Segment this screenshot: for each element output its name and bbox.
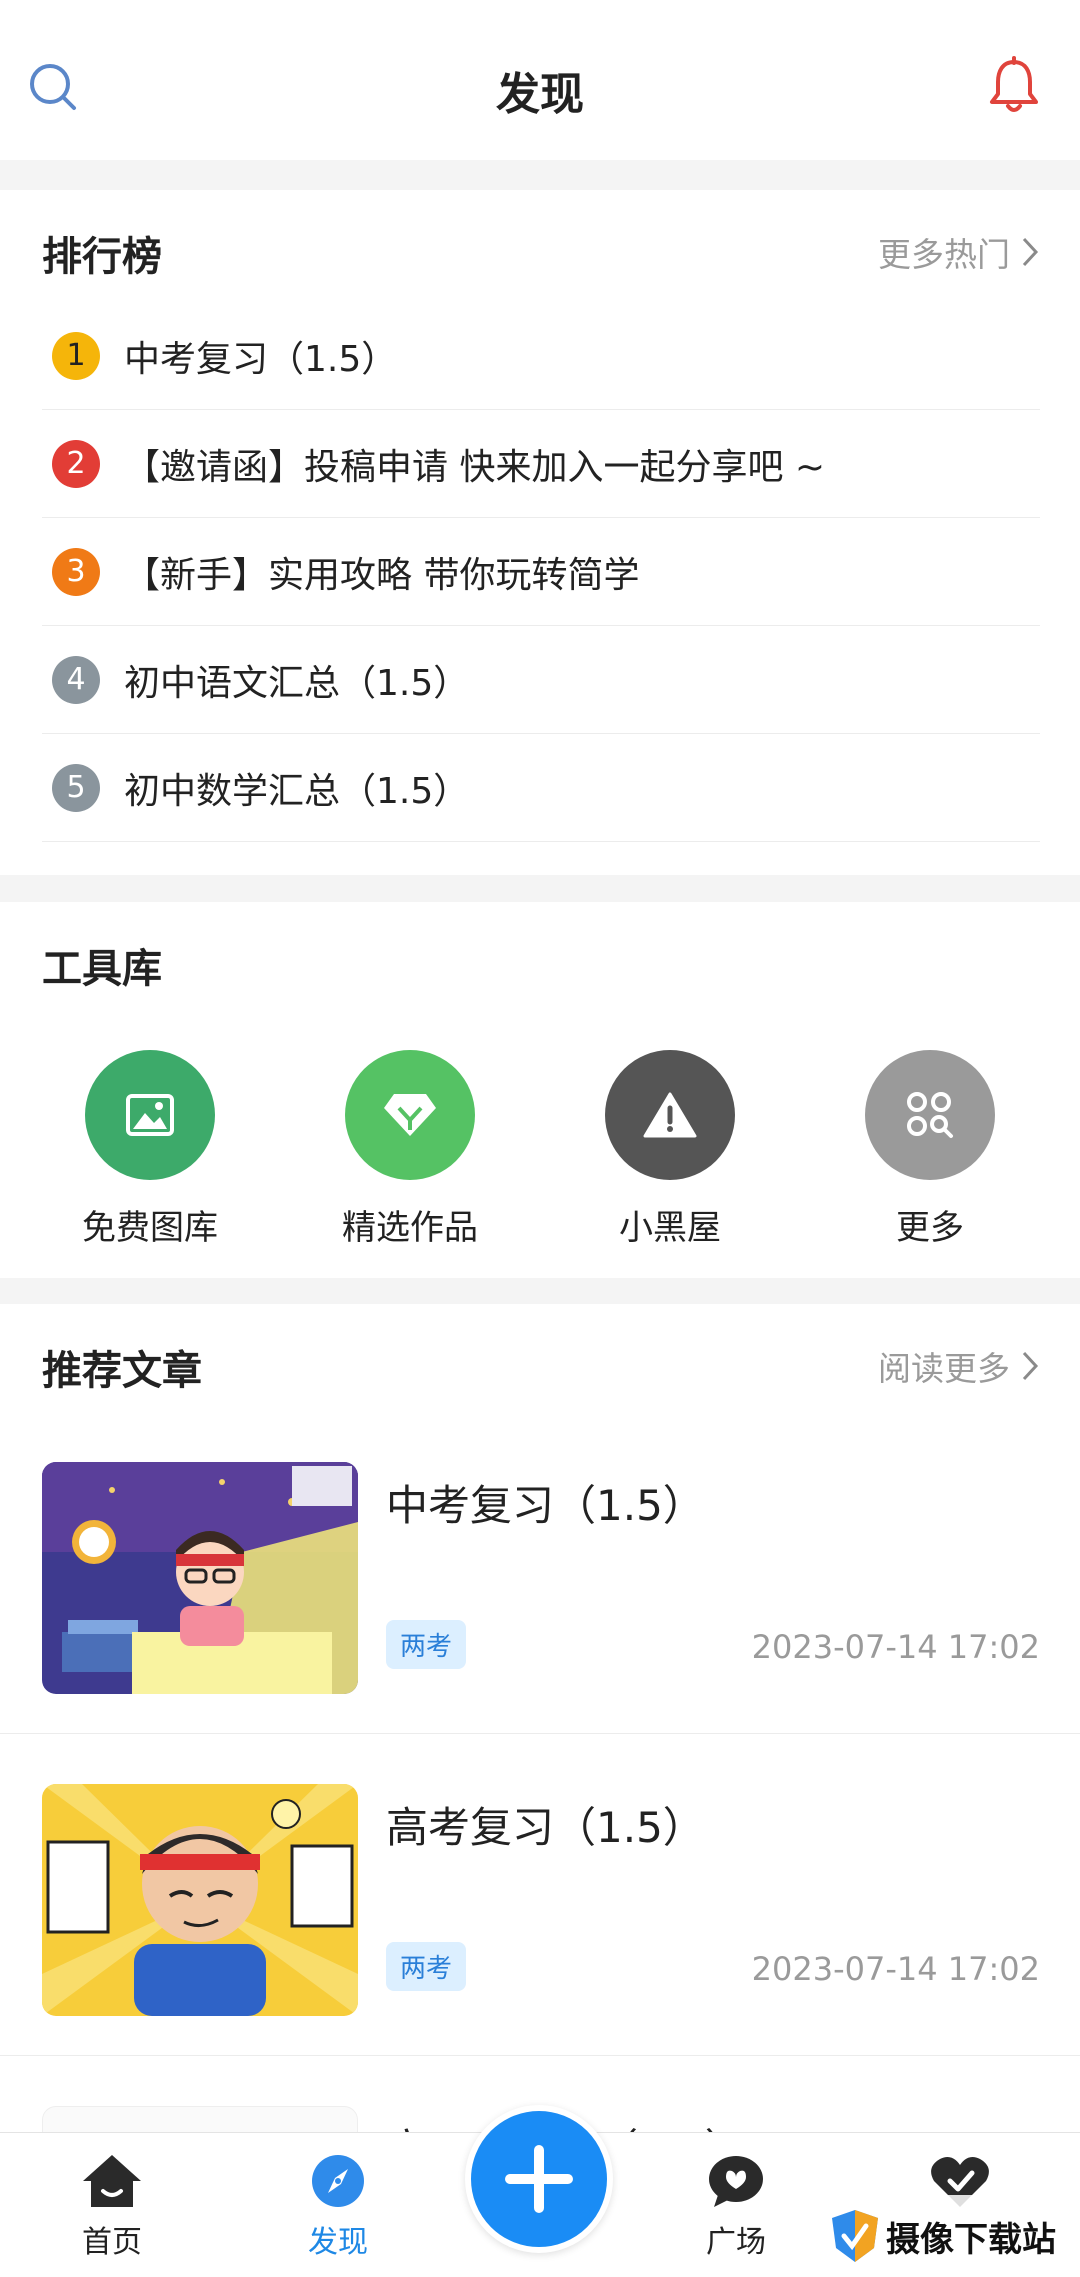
ranking-section: 排行榜 更多热门 1 中考复习（1.5） 2 【邀请函】投稿申请 快来加入一起分… bbox=[0, 190, 1080, 875]
read-more-label: 阅读更多 bbox=[878, 1349, 1010, 1388]
rank-badge: 5 bbox=[52, 763, 100, 812]
article-tag: 两考 bbox=[386, 1942, 467, 1991]
tool-label: 免费图库 bbox=[82, 1208, 218, 1248]
tab-discover[interactable]: 发现 bbox=[268, 2153, 408, 2261]
image-icon bbox=[85, 1050, 215, 1180]
grid-search-icon bbox=[865, 1050, 995, 1180]
rank-item-2[interactable]: 2 【邀请函】投稿申请 快来加入一起分享吧 ~ bbox=[42, 410, 1040, 518]
rank-item-5[interactable]: 5 初中数学汇总（1.5） bbox=[42, 734, 1040, 842]
rank-item-text: 初中语文汇总（1.5） bbox=[124, 662, 470, 704]
article-title: 中考复习（1.5） bbox=[386, 1481, 705, 1530]
article-title: 高考复习（1.5） bbox=[386, 1803, 705, 1852]
more-hot-link[interactable]: 更多热门 bbox=[878, 228, 1040, 276]
compass-icon bbox=[312, 2155, 364, 2207]
section-title-ranking: 排行榜 bbox=[42, 234, 162, 280]
tool-more[interactable]: 更多 bbox=[830, 1050, 1030, 1249]
home-icon bbox=[83, 2155, 141, 2207]
rank-item-3[interactable]: 3 【新手】实用攻略 带你玩转简学 bbox=[42, 518, 1040, 626]
watermark-shield-icon bbox=[832, 2210, 878, 2262]
article-card-2[interactable]: 高考复习（1.5） 两考 2023-07-14 17:02 bbox=[0, 1734, 1080, 2056]
tab-label: 广场 bbox=[706, 2225, 766, 2260]
article-tag: 两考 bbox=[386, 1620, 467, 1669]
article-date: 2023-07-14 17:02 bbox=[751, 1950, 1040, 1988]
tab-home[interactable]: 首页 bbox=[42, 2153, 182, 2261]
tool-featured-works[interactable]: 精选作品 bbox=[310, 1050, 510, 1249]
tool-label: 更多 bbox=[896, 1208, 964, 1248]
rank-item-text: 初中数学汇总（1.5） bbox=[124, 770, 470, 812]
tools-section: 工具库 免费图库 精选作品 小黑屋 更多 bbox=[0, 902, 1080, 1278]
articles-section: 推荐文章 阅读更多 中考复习（1.5） 两考 2023-07-14 17:02 … bbox=[0, 1304, 1080, 2277]
chevron-right-icon bbox=[1022, 1351, 1039, 1381]
tool-label: 小黑屋 bbox=[619, 1208, 721, 1248]
tab-label: 首页 bbox=[82, 2225, 142, 2260]
section-title-tools: 工具库 bbox=[42, 946, 162, 992]
tool-free-gallery[interactable]: 免费图库 bbox=[50, 1050, 250, 1249]
bell-icon[interactable] bbox=[986, 56, 1042, 116]
tool-blackroom[interactable]: 小黑屋 bbox=[570, 1050, 770, 1249]
rank-item-1[interactable]: 1 中考复习（1.5） bbox=[42, 302, 1040, 410]
create-button[interactable] bbox=[465, 2105, 613, 2253]
rank-item-4[interactable]: 4 初中语文汇总（1.5） bbox=[42, 626, 1040, 734]
rank-badge: 4 bbox=[52, 655, 100, 704]
plus-icon bbox=[505, 2145, 573, 2213]
rank-badge: 2 bbox=[52, 439, 100, 488]
tab-label: 发现 bbox=[308, 2225, 368, 2260]
warning-icon bbox=[605, 1050, 735, 1180]
diamond-icon bbox=[345, 1050, 475, 1180]
rank-badge: 1 bbox=[52, 331, 100, 380]
article-thumbnail bbox=[42, 1784, 358, 2016]
rank-item-text: 【新手】实用攻略 带你玩转简学 bbox=[124, 554, 640, 596]
top-bar: 发现 bbox=[0, 0, 1080, 160]
rank-item-text: 中考复习（1.5） bbox=[124, 338, 398, 380]
rank-item-text: 【邀请函】投稿申请 快来加入一起分享吧 ~ bbox=[124, 446, 826, 488]
watermark-logo: 摄像下载站 bbox=[830, 2195, 1080, 2277]
rank-badge: 3 bbox=[52, 547, 100, 596]
read-more-link[interactable]: 阅读更多 bbox=[878, 1342, 1040, 1390]
watermark-text: 摄像下载站 bbox=[886, 2219, 1056, 2260]
tab-square[interactable]: 广场 bbox=[666, 2153, 806, 2261]
article-date: 2023-07-14 17:02 bbox=[751, 1628, 1040, 1666]
section-title-articles: 推荐文章 bbox=[42, 1348, 202, 1394]
tool-label: 精选作品 bbox=[342, 1208, 478, 1248]
discover-page: 发现 排行榜 更多热门 1 中考复习（1.5） 2 【邀请函】投稿申请 快来加入… bbox=[0, 0, 1080, 2277]
article-thumbnail bbox=[42, 1462, 358, 1694]
more-hot-label: 更多热门 bbox=[878, 235, 1010, 274]
chat-bubble-icon bbox=[709, 2156, 763, 2207]
page-title: 发现 bbox=[496, 69, 584, 120]
chevron-right-icon bbox=[1022, 237, 1039, 267]
article-card-1[interactable]: 中考复习（1.5） 两考 2023-07-14 17:02 bbox=[0, 1412, 1080, 1734]
